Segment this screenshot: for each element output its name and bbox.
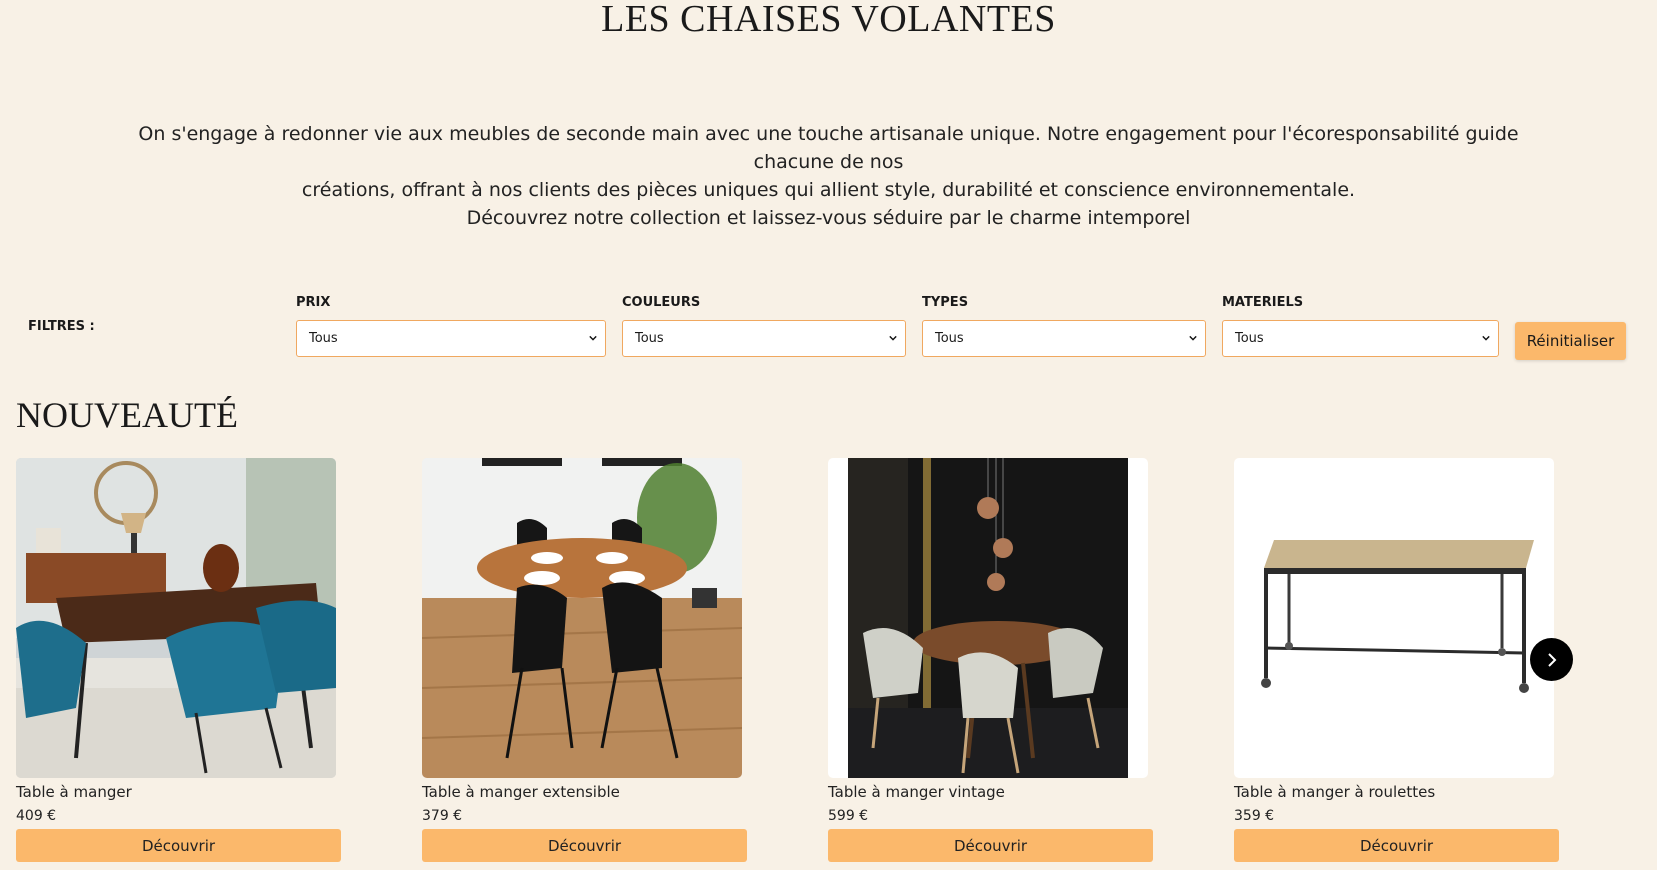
types-select-value: Tous (935, 331, 964, 346)
product-price: 409 € (16, 808, 57, 824)
product-name: Table à manger extensible (422, 783, 620, 801)
types-select[interactable]: Tous (922, 320, 1206, 357)
couleurs-select-value: Tous (635, 331, 664, 346)
filter-types: TYPES Tous (922, 295, 1206, 357)
chevron-down-icon (1482, 335, 1490, 341)
discover-button[interactable]: Découvrir (422, 829, 747, 862)
materiels-select-value: Tous (1235, 331, 1264, 346)
product-name: Table à manger (16, 783, 132, 801)
carousel-next-button[interactable] (1530, 638, 1573, 681)
filter-label-couleurs: COULEURS (622, 295, 701, 310)
intro-line: créations, offrant à nos clients des piè… (301, 179, 1356, 201)
product-card: Table à manger extensible 379 € Découvri… (422, 458, 747, 862)
product-price: 359 € (1234, 808, 1275, 824)
product-price: 599 € (828, 808, 869, 824)
dining-room-photo (16, 458, 336, 778)
product-card: Table à manger 409 € Découvrir (16, 458, 341, 862)
extendable-table-photo (422, 458, 742, 778)
filters-label: FILTRES : (28, 319, 95, 334)
discover-button[interactable]: Découvrir (828, 829, 1153, 862)
filter-label-prix: PRIX (296, 295, 331, 310)
section-title: NOUVEAUTÉ (16, 395, 238, 435)
product-card: Table à manger vintage 599 € Découvrir (828, 458, 1153, 862)
rolling-table-photo (1234, 458, 1554, 778)
prix-select-value: Tous (309, 331, 338, 346)
product-image[interactable] (828, 458, 1148, 778)
vintage-table-photo (828, 458, 1148, 778)
site-title: LES CHAISES VOLANTES (601, 0, 1056, 40)
materiels-select[interactable]: Tous (1222, 320, 1499, 357)
product-image[interactable] (16, 458, 336, 778)
product-price: 379 € (422, 808, 463, 824)
product-image[interactable] (422, 458, 742, 778)
product-name: Table à manger vintage (828, 783, 1005, 801)
filter-prix: PRIX Tous (296, 295, 606, 357)
filter-label-materiels: MATERIELS (1222, 295, 1304, 310)
reset-filters-button[interactable]: Réinitialiser (1515, 322, 1626, 360)
couleurs-select[interactable]: Tous (622, 320, 906, 357)
chevron-down-icon (889, 335, 897, 341)
discover-button[interactable]: Découvrir (1234, 829, 1559, 862)
chevron-right-icon (1547, 652, 1556, 667)
filter-materiels: MATERIELS Tous (1222, 295, 1499, 357)
chevron-down-icon (589, 335, 597, 341)
product-image[interactable] (1234, 458, 1554, 778)
intro-line: On s'engage à redonner vie aux meubles d… (138, 123, 1519, 173)
product-card: Table à manger à roulettes 359 € Découvr… (1234, 458, 1559, 862)
discover-button[interactable]: Découvrir (16, 829, 341, 862)
product-name: Table à manger à roulettes (1234, 783, 1436, 801)
filter-couleurs: COULEURS Tous (622, 295, 906, 357)
intro-line: Découvrez notre collection et laissez-vo… (466, 207, 1191, 229)
chevron-down-icon (1189, 335, 1197, 341)
prix-select[interactable]: Tous (296, 320, 606, 357)
intro-text: On s'engage à redonner vie aux meubles d… (100, 120, 1557, 232)
filter-label-types: TYPES (922, 295, 969, 310)
